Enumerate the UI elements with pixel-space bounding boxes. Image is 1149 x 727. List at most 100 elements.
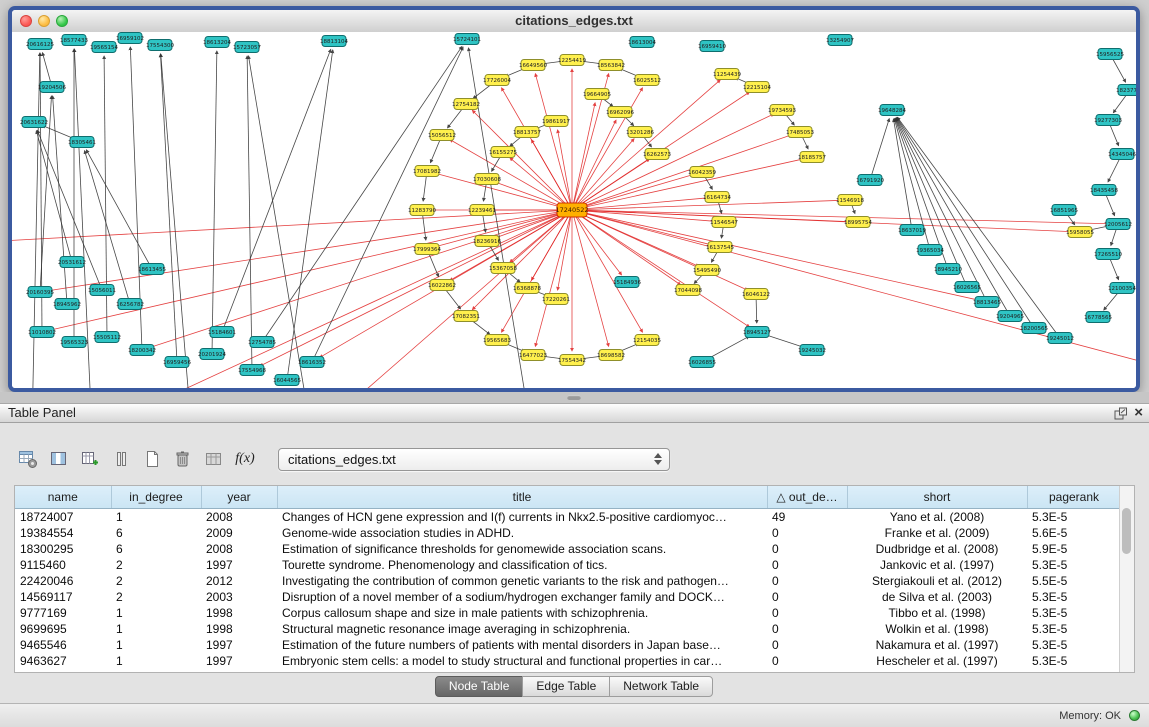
- network-node[interactable]: 18237705: [1116, 85, 1136, 96]
- table-row[interactable]: 2242004622012Investigating the contribut…: [15, 573, 1121, 589]
- network-node[interactable]: 18813757: [513, 127, 541, 138]
- network-node[interactable]: 17240522: [555, 203, 588, 217]
- network-node[interactable]: 19664905: [583, 89, 611, 100]
- network-node[interactable]: 17082351: [452, 311, 480, 322]
- network-node[interactable]: 11546547: [710, 217, 738, 228]
- network-node[interactable]: 16046122: [742, 289, 770, 300]
- network-node[interactable]: 18945127: [743, 327, 771, 338]
- network-node[interactable]: 18305461: [68, 137, 96, 148]
- network-node[interactable]: 15056011: [88, 285, 116, 296]
- create-column-button[interactable]: [76, 446, 104, 472]
- network-node[interactable]: 19277303: [1094, 115, 1122, 126]
- network-node[interactable]: 19565323: [60, 337, 88, 348]
- network-node[interactable]: 18563842: [597, 60, 625, 71]
- row-height-button[interactable]: [107, 446, 135, 472]
- network-node[interactable]: 16025512: [633, 75, 661, 86]
- network-node[interactable]: 14345046: [1108, 149, 1136, 160]
- network-node[interactable]: 16791920: [856, 175, 884, 186]
- table-row[interactable]: 969969511998Structural magnetic resonanc…: [15, 621, 1121, 637]
- network-node[interactable]: 19365034: [916, 245, 944, 256]
- window-zoom-button[interactable]: [56, 15, 68, 27]
- network-node[interactable]: 18945210: [934, 264, 962, 275]
- network-node[interactable]: 16262573: [643, 149, 671, 160]
- network-node[interactable]: 12100354: [1108, 283, 1136, 294]
- table-row[interactable]: 1938455462009Genome-wide association stu…: [15, 525, 1121, 541]
- network-node[interactable]: 20160395: [26, 287, 54, 298]
- network-node[interactable]: 12754785: [248, 337, 276, 348]
- network-node[interactable]: 19565683: [483, 335, 511, 346]
- network-node[interactable]: 19734593: [768, 105, 796, 116]
- network-node[interactable]: 16026565: [953, 282, 981, 293]
- close-panel-button[interactable]: ×: [1134, 405, 1143, 421]
- network-node[interactable]: 17220261: [542, 294, 570, 305]
- network-node[interactable]: 16256782: [116, 299, 144, 310]
- network-node[interactable]: 13201286: [626, 127, 654, 138]
- column-header-year[interactable]: year: [201, 486, 277, 509]
- network-node[interactable]: 18613004: [628, 37, 656, 48]
- network-node[interactable]: 18616352: [298, 357, 326, 368]
- network-node[interactable]: 15056512: [428, 130, 456, 141]
- network-node[interactable]: 15956525: [1096, 49, 1124, 60]
- network-node[interactable]: 17554968: [238, 365, 266, 376]
- network-node[interactable]: 12215104: [743, 82, 771, 93]
- network-node[interactable]: 16368878: [513, 283, 541, 294]
- network-node[interactable]: 11010802: [28, 327, 56, 338]
- network-node[interactable]: 12154035: [633, 335, 661, 346]
- tab-node-table[interactable]: Node Table: [435, 676, 524, 697]
- network-node[interactable]: 20201924: [198, 349, 226, 360]
- network-node[interactable]: 15495490: [693, 265, 721, 276]
- network-node[interactable]: 18613204: [203, 37, 231, 48]
- network-node[interactable]: 16164734: [703, 192, 731, 203]
- split-divider[interactable]: [0, 392, 1149, 403]
- network-node[interactable]: 18613455: [138, 264, 166, 275]
- table-row[interactable]: 1830029562008Estimation of significance …: [15, 541, 1121, 557]
- network-node[interactable]: 18185757: [798, 152, 826, 163]
- network-node[interactable]: 17265510: [1094, 249, 1122, 260]
- network-node[interactable]: 18435458: [1090, 185, 1118, 196]
- network-node[interactable]: 11254439: [713, 69, 741, 80]
- network-node[interactable]: 12254419: [558, 55, 586, 66]
- network-node[interactable]: 15367058: [489, 263, 517, 274]
- network-node[interactable]: 16022862: [428, 280, 456, 291]
- network-window-titlebar[interactable]: citations_edges.txt: [12, 10, 1136, 33]
- network-node[interactable]: 16044565: [273, 375, 301, 386]
- column-header-title[interactable]: title: [277, 486, 767, 509]
- network-node[interactable]: 20631622: [20, 117, 48, 128]
- network-node[interactable]: 16042359: [688, 167, 716, 178]
- network-node[interactable]: 15184936: [613, 277, 641, 288]
- tab-network-table[interactable]: Network Table: [609, 676, 713, 697]
- show-columns-button[interactable]: [45, 446, 73, 472]
- network-node[interactable]: 19245012: [1046, 333, 1074, 344]
- network-node[interactable]: 15958055: [1066, 227, 1094, 238]
- network-node[interactable]: 17030608: [473, 174, 501, 185]
- network-node[interactable]: 15505112: [93, 332, 121, 343]
- float-panel-button[interactable]: [1114, 405, 1128, 421]
- network-node[interactable]: 18200565: [1020, 323, 1048, 334]
- network-node[interactable]: 19861917: [542, 116, 570, 127]
- network-canvas[interactable]: 1602551218563842122544191664956017726004…: [12, 32, 1136, 388]
- network-node[interactable]: 16962096: [606, 107, 634, 118]
- network-node[interactable]: 18813465: [973, 297, 1001, 308]
- network-node[interactable]: 16137545: [706, 242, 734, 253]
- network-node[interactable]: 16959102: [116, 33, 144, 44]
- table-row[interactable]: 977716911998Corpus callosum shape and si…: [15, 605, 1121, 621]
- network-node[interactable]: 18945962: [53, 299, 81, 310]
- window-close-button[interactable]: [20, 15, 32, 27]
- new-table-button[interactable]: [138, 446, 166, 472]
- network-node[interactable]: 19245032: [798, 345, 826, 356]
- network-node[interactable]: 19204506: [38, 82, 66, 93]
- network-node[interactable]: 17999364: [413, 244, 441, 255]
- column-header-pagerank[interactable]: pagerank: [1027, 486, 1121, 509]
- network-node[interactable]: 12005612: [1104, 219, 1132, 230]
- network-node[interactable]: 12239461: [468, 205, 496, 216]
- network-node[interactable]: 15724101: [453, 34, 481, 45]
- network-node[interactable]: 16959410: [698, 41, 726, 52]
- network-node[interactable]: 15184601: [208, 327, 236, 338]
- network-node[interactable]: 16959456: [163, 357, 191, 368]
- network-node[interactable]: 16026855: [688, 357, 716, 368]
- network-node[interactable]: 12754182: [452, 99, 480, 110]
- network-node[interactable]: 18236916: [473, 236, 501, 247]
- scrollbar-thumb[interactable]: [1122, 508, 1131, 554]
- network-node[interactable]: 18637019: [898, 225, 926, 236]
- network-node[interactable]: 18813104: [320, 36, 348, 47]
